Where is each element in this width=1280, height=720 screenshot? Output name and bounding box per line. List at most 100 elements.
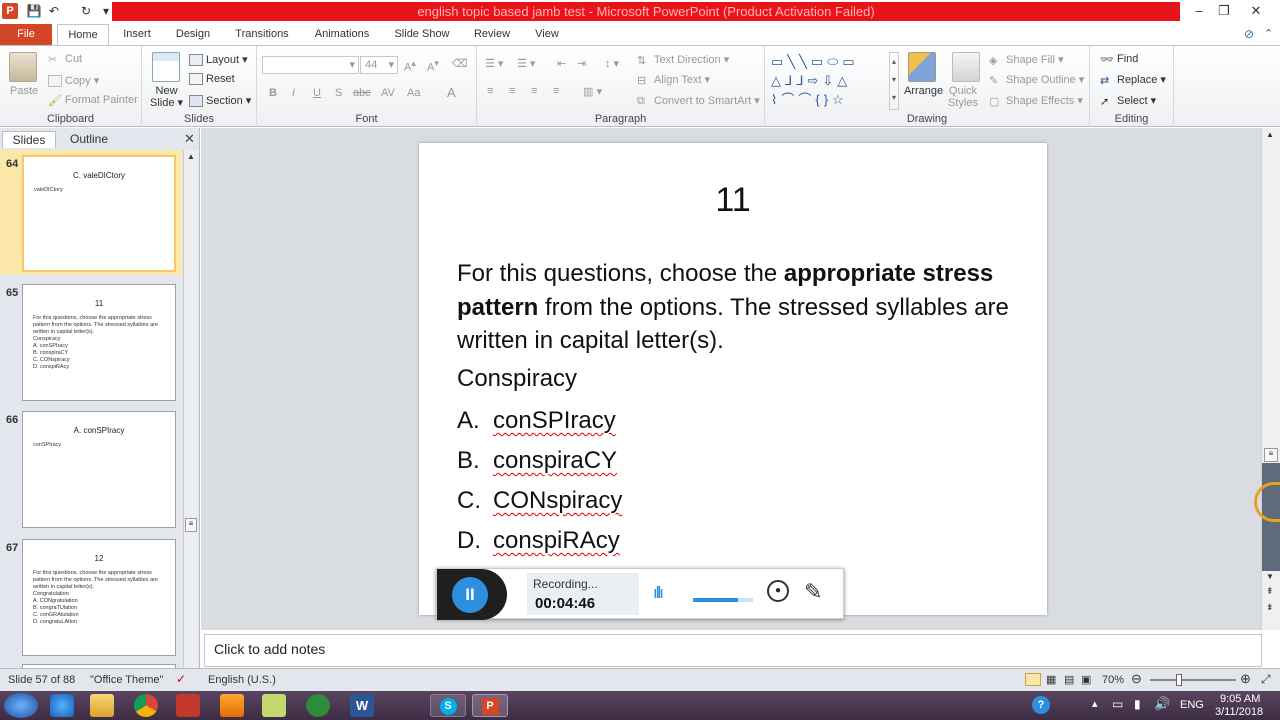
scroll-up-arrow-icon[interactable]: ▲	[187, 152, 195, 161]
network-icon[interactable]: ▮	[1134, 697, 1141, 711]
align-center-icon[interactable]: ≡	[509, 85, 515, 97]
tab-animations[interactable]: Animations	[306, 24, 378, 45]
close-pane-icon[interactable]: ✕	[184, 131, 195, 147]
copy-button[interactable]: Copy ▾	[48, 74, 99, 88]
fit-slide-icon[interactable]: ⤢	[1261, 672, 1271, 687]
bullets-icon[interactable]: ☰ ▾	[485, 57, 503, 70]
tab-design[interactable]: Design	[168, 24, 218, 45]
slide-scrollbar[interactable]: ▲ ≡ ▼ ⇞ ⇟	[1261, 128, 1280, 630]
tab-insert[interactable]: Insert	[113, 24, 161, 45]
help-icon[interactable]: ⊘	[1244, 27, 1254, 41]
decrease-indent-icon[interactable]: ⇤	[557, 57, 566, 70]
tab-slides-pane[interactable]: Slides	[2, 131, 56, 148]
tab-view[interactable]: View	[527, 24, 567, 45]
align-left-icon[interactable]: ≡	[487, 85, 493, 97]
notes-app-icon[interactable]	[262, 694, 286, 717]
slide-thumbnail[interactable]: 11 For this questions, choose the approp…	[22, 284, 176, 401]
collapse-ribbon-icon[interactable]: ⌃	[1264, 27, 1273, 40]
file-explorer-icon[interactable]	[90, 694, 114, 717]
scroll-up-arrow-icon[interactable]: ▲	[1266, 130, 1274, 139]
replace-button[interactable]: ⇄ Replace ▾	[1100, 73, 1166, 87]
spell-check-icon[interactable]: ✓	[176, 672, 186, 686]
zoom-slider[interactable]	[1150, 674, 1236, 686]
media-app-icon[interactable]	[306, 694, 330, 717]
zoom-level[interactable]: 70%	[1102, 674, 1124, 686]
shape-effects-button[interactable]: ▢ Shape Effects ▾	[989, 94, 1083, 108]
select-button[interactable]: ➚ Select ▾	[1100, 94, 1156, 108]
shapes-gallery[interactable]: ▭╲╲▭⬭▭ △⅃⅃⇨⇩△ ⌇⌒⌒{}☆	[771, 52, 893, 110]
slide-thumbnail[interactable]: C. valeDICtory valeDICtory	[22, 155, 176, 272]
paste-icon[interactable]	[9, 52, 37, 82]
battery-icon[interactable]: ▭	[1112, 697, 1123, 711]
align-right-icon[interactable]: ≡	[531, 85, 537, 97]
undo-icon[interactable]: ↶	[46, 3, 62, 19]
word-icon[interactable]: W	[350, 694, 374, 717]
option-b[interactable]: B. conspiraCY	[457, 447, 617, 475]
quick-styles-icon[interactable]	[952, 52, 980, 82]
scroll-down-arrow-icon[interactable]: ▼	[1266, 572, 1274, 581]
paste-button[interactable]: Paste	[10, 85, 38, 97]
format-painter-button[interactable]: 🖌 Format Painter	[48, 94, 138, 107]
volume-slider[interactable]	[693, 598, 753, 602]
new-slide-button[interactable]: New Slide ▾	[150, 85, 183, 109]
italic-icon[interactable]: I	[292, 87, 295, 99]
zoom-slider-thumb[interactable]	[1176, 674, 1182, 686]
pane-scrollbar[interactable]: ▲ ≡	[183, 150, 198, 668]
font-size-combo[interactable]: 44 ▾	[360, 56, 398, 74]
align-text-button[interactable]: ⊟ Align Text ▾	[637, 73, 710, 87]
pen-icon[interactable]: ✎	[804, 579, 822, 605]
shadow-icon[interactable]: S	[335, 87, 342, 99]
slide-title[interactable]: 11	[419, 181, 1047, 220]
line-spacing-icon[interactable]: ↕ ▾	[605, 57, 619, 70]
justify-icon[interactable]: ≡	[553, 85, 559, 97]
quick-styles-button[interactable]: Quick Styles	[948, 85, 978, 109]
font-name-combo[interactable]: ▾	[262, 56, 359, 74]
next-slide-icon[interactable]: ⇟	[1266, 602, 1274, 613]
slide-canvas[interactable]: 11 For this questions, choose the approp…	[419, 143, 1047, 615]
tab-file[interactable]: File	[0, 24, 52, 45]
char-spacing-icon[interactable]: AV	[381, 87, 395, 99]
zoom-in-icon[interactable]: ⊕	[1240, 671, 1251, 687]
minimize-button[interactable]: –	[1187, 2, 1211, 20]
previous-slide-icon[interactable]: ⇞	[1266, 586, 1274, 597]
clear-format-icon[interactable]: ⌫	[452, 57, 468, 70]
scroll-thumb[interactable]: ≡	[1264, 448, 1278, 462]
grow-font-icon[interactable]: A▴	[404, 58, 416, 74]
internet-explorer-icon[interactable]	[50, 694, 74, 717]
close-button[interactable]: ✕	[1244, 2, 1268, 20]
webcam-icon[interactable]: ●	[767, 580, 789, 602]
audio-levels-icon[interactable]: ıllı	[653, 583, 664, 603]
shrink-font-icon[interactable]: A▾	[427, 58, 439, 74]
shape-fill-button[interactable]: ◈ Shape Fill ▾	[989, 53, 1064, 67]
convert-smartart-button[interactable]: ⧉ Convert to SmartArt ▾	[637, 94, 760, 107]
tray-expand-icon[interactable]: ▴	[1092, 697, 1098, 710]
option-a[interactable]: A. conSPIracy	[457, 407, 616, 435]
arrange-icon[interactable]	[908, 52, 936, 82]
language-indicator[interactable]: English (U.S.)	[208, 674, 276, 686]
reset-button[interactable]: Reset	[189, 73, 235, 86]
layout-button[interactable]: Layout ▾	[189, 53, 248, 67]
section-button[interactable]: Section ▾	[189, 94, 251, 108]
notes-placeholder[interactable]: Click to add notes	[214, 641, 325, 657]
increase-indent-icon[interactable]: ⇥	[577, 57, 586, 70]
option-c[interactable]: C. CONspiracy	[457, 487, 622, 515]
tab-slide-show[interactable]: Slide Show	[387, 24, 457, 45]
language-indicator-tray[interactable]: ENG	[1180, 699, 1204, 711]
chrome-icon[interactable]	[134, 694, 158, 717]
zoom-out-icon[interactable]: ⊖	[1131, 671, 1142, 687]
start-button-icon[interactable]	[4, 693, 38, 718]
strikethrough-icon[interactable]: abc	[353, 87, 371, 99]
help-tray-icon[interactable]: ?	[1032, 696, 1050, 714]
font-color-icon[interactable]: A	[447, 85, 456, 100]
tab-outline-pane[interactable]: Outline	[60, 131, 118, 148]
volume-icon[interactable]: 🔊	[1154, 696, 1170, 712]
vlc-icon[interactable]	[220, 694, 244, 717]
bold-icon[interactable]: B	[269, 87, 277, 99]
cut-button[interactable]: ✂ Cut	[48, 53, 82, 66]
slide-thumbnail[interactable]: 12 For this questions, choose the approp…	[22, 539, 176, 656]
reading-view-icon[interactable]: ▤	[1064, 673, 1074, 686]
powerpoint-task-icon[interactable]: P	[472, 694, 508, 717]
option-d[interactable]: D. conspiRAcy	[457, 527, 620, 555]
pane-scroll-thumb[interactable]: ≡	[185, 518, 197, 532]
shape-outline-button[interactable]: ✎ Shape Outline ▾	[989, 73, 1084, 87]
